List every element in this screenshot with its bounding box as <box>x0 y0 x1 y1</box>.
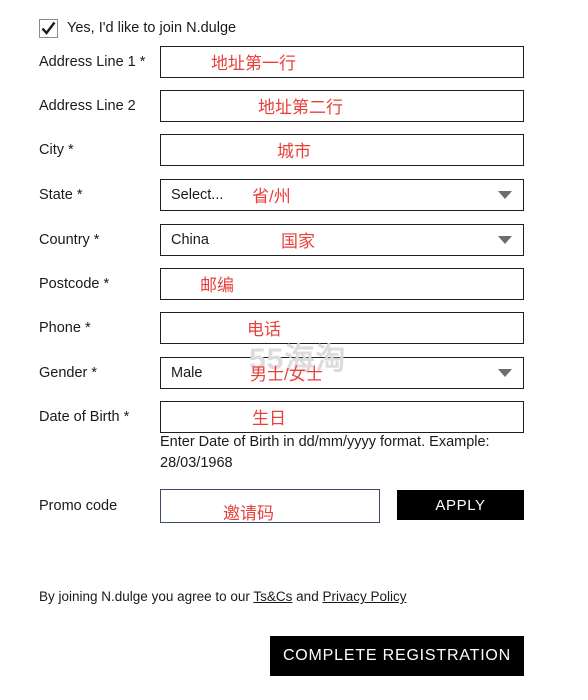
field-annotation: 地址第二行 <box>258 98 343 117</box>
field-input[interactable] <box>160 134 524 166</box>
promo-code-row: Promo code 邀请码 APPLY <box>0 489 588 523</box>
field-annotation: 电话 <box>247 320 281 339</box>
form-row: Gender * Male 男士/女士 <box>0 357 588 389</box>
field-select[interactable]: China <box>160 224 524 256</box>
form-row: Address Line 2 地址第二行 <box>0 90 588 122</box>
field-value: Select... <box>171 187 224 203</box>
form-row: Postcode * 邮编 <box>0 268 588 300</box>
form-row: Country * China 国家 <box>0 224 588 256</box>
form-row: State * Select... 省/州 <box>0 179 588 211</box>
field-annotation: 男士/女士 <box>250 365 323 384</box>
join-ndulge-row[interactable]: Yes, I'd like to join N.dulge <box>39 19 236 38</box>
dob-help-text: Enter Date of Birth in dd/mm/yyyy format… <box>160 434 490 471</box>
field-select[interactable]: Male <box>160 357 524 389</box>
field-label: Address Line 1 * <box>39 54 146 70</box>
terms-text: By joining N.dulge you agree to our Ts&C… <box>39 589 406 604</box>
field-annotation: 城市 <box>277 142 311 161</box>
field-annotation: 邮编 <box>200 276 234 295</box>
field-label: Country * <box>39 232 100 248</box>
form-row: Address Line 1 * 地址第一行 <box>0 46 588 78</box>
field-label: Date of Birth * <box>39 409 130 425</box>
field-value: China <box>171 232 209 248</box>
terms-prefix: By joining N.dulge you agree to our <box>39 589 254 604</box>
form-row: Phone * 电话 <box>0 312 588 344</box>
privacy-policy-link[interactable]: Privacy Policy <box>322 589 406 604</box>
registration-form-page: 55海淘 Yes, I'd like to join N.dulge Addre… <box>0 0 588 700</box>
join-ndulge-checkbox[interactable] <box>39 19 58 38</box>
chevron-down-icon <box>498 369 512 377</box>
field-annotation: 生日 <box>252 409 286 428</box>
promo-code-label: Promo code <box>39 498 118 514</box>
terms-conditions-link[interactable]: Ts&Cs <box>253 589 292 604</box>
chevron-down-icon <box>498 236 512 244</box>
form-row: City * 城市 <box>0 134 588 166</box>
field-label: City * <box>39 142 74 158</box>
field-label: Gender * <box>39 365 98 381</box>
join-ndulge-label: Yes, I'd like to join N.dulge <box>67 20 237 37</box>
field-input[interactable] <box>160 401 524 433</box>
apply-promo-button[interactable]: APPLY <box>397 490 524 520</box>
field-label: Phone * <box>39 320 91 336</box>
field-annotation: 国家 <box>281 232 315 251</box>
promo-code-annotation: 邀请码 <box>223 504 274 523</box>
terms-middle: and <box>292 589 323 604</box>
field-value: Male <box>171 365 203 381</box>
form-row: Date of Birth * 生日 <box>0 401 588 433</box>
field-select[interactable]: Select... <box>160 179 524 211</box>
field-annotation: 地址第一行 <box>211 54 296 73</box>
complete-registration-button[interactable]: COMPLETE REGISTRATION <box>270 636 524 676</box>
field-label: Address Line 2 <box>39 98 136 114</box>
field-label: Postcode * <box>39 276 110 292</box>
field-annotation: 省/州 <box>252 187 291 206</box>
field-input[interactable] <box>160 312 524 344</box>
field-label: State * <box>39 187 83 203</box>
chevron-down-icon <box>498 191 512 199</box>
